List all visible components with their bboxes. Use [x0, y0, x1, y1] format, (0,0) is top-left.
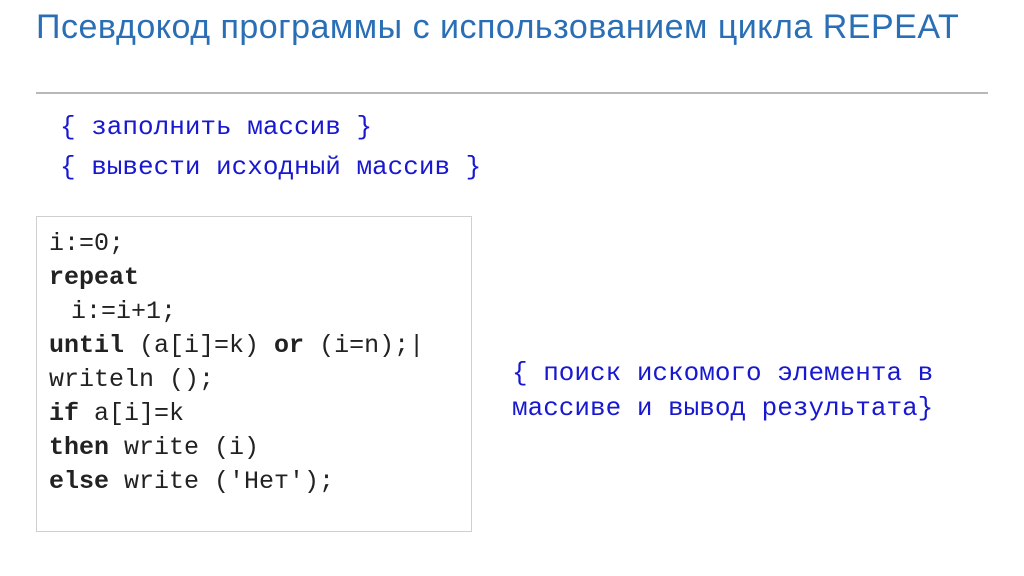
kw-if: if	[49, 399, 79, 428]
title-underline	[36, 92, 988, 94]
text-cursor: |	[409, 331, 424, 360]
code-line-6: if a[i]=k	[49, 397, 459, 431]
if-cond: a[i]=k	[79, 399, 184, 428]
comment-print-array: { вывести исходный массив }	[60, 152, 481, 182]
code-line-7: then write (i)	[49, 431, 459, 465]
else-body: write ('Нет');	[109, 467, 334, 496]
until-cond-2: (i=n);	[304, 331, 409, 360]
then-body: write (i)	[109, 433, 259, 462]
code-box: i:=0; repeat i:=i+1; until (a[i]=k) or (…	[36, 216, 472, 532]
kw-until: until	[49, 331, 124, 360]
kw-repeat: repeat	[49, 263, 139, 292]
code-line-1: i:=0;	[49, 227, 459, 261]
code-line-2: repeat	[49, 261, 459, 295]
comment-fill-array: { заполнить массив }	[60, 112, 372, 142]
code-line-3: i:=i+1;	[49, 295, 459, 329]
slide: Псевдокод программы с использованием цик…	[0, 0, 1024, 576]
kw-else: else	[49, 467, 109, 496]
code-line-4: until (a[i]=k) or (i=n);|	[49, 329, 459, 363]
comment-search: { поиск искомого элемента в массиве и вы…	[512, 356, 982, 426]
until-cond-1: (a[i]=k)	[124, 331, 274, 360]
slide-title: Псевдокод программы с использованием цик…	[36, 8, 976, 47]
code-line-5: writeln ();	[49, 363, 459, 397]
kw-then: then	[49, 433, 109, 462]
code-line-8: else write ('Нет');	[49, 465, 459, 499]
kw-or: or	[274, 331, 304, 360]
